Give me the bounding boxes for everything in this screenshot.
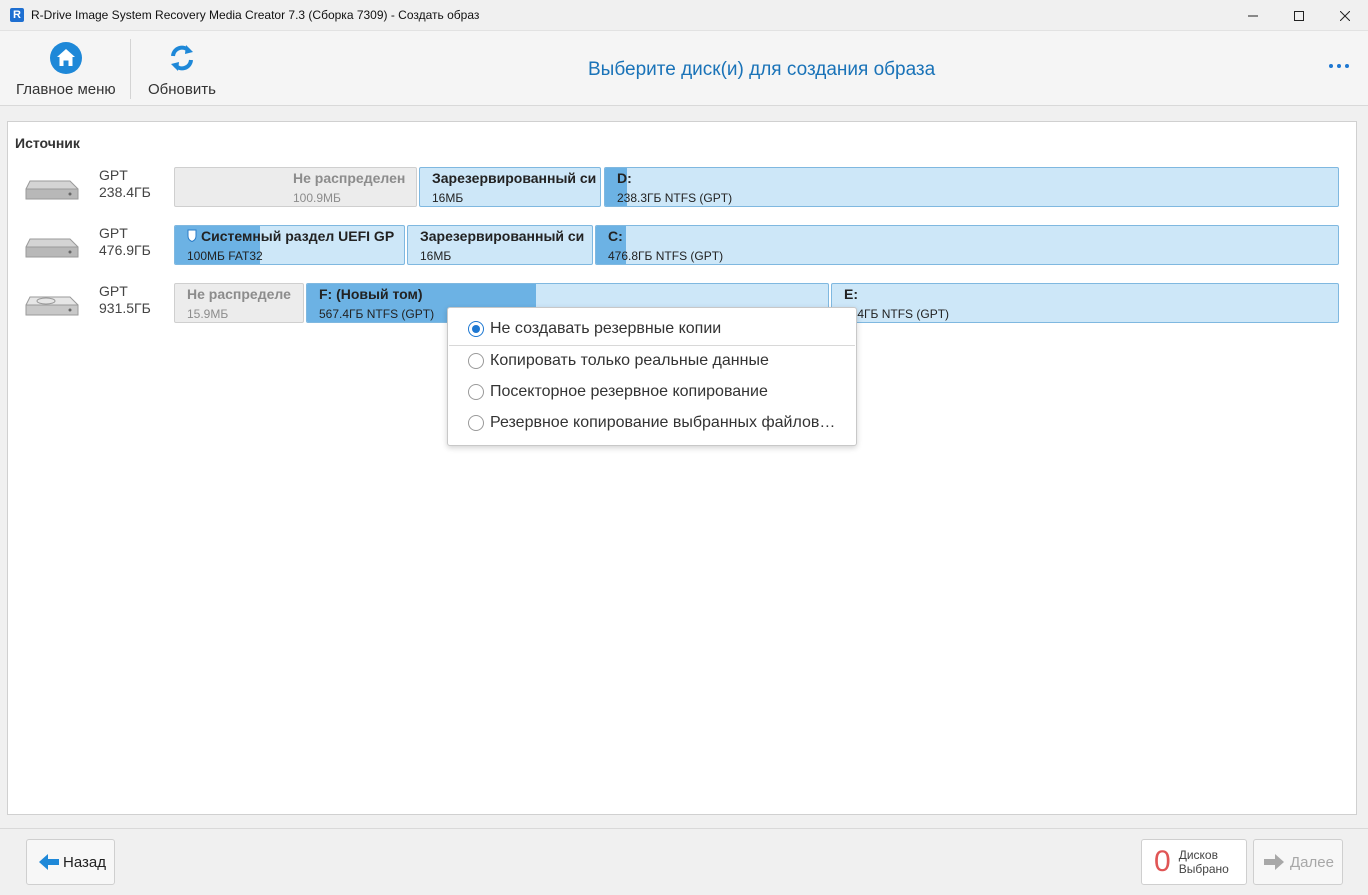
partition-info: 476.8ГБ NTFS (GPT) [608, 249, 724, 263]
home-icon [49, 42, 82, 74]
partition-info: 238.3ГБ NTFS (GPT) [617, 191, 733, 205]
partition-name: Системный раздел UEFI GP [201, 228, 395, 244]
option-sector-backup[interactable]: Посекторное резервное копирование [468, 383, 768, 401]
back-button[interactable]: Назад [26, 839, 115, 885]
selected-count: 0 [1154, 845, 1171, 878]
main-menu-label: Главное меню [16, 81, 116, 98]
count-label-line2: Выбрано [1178, 862, 1229, 876]
bottom-bar: Назад 0 Дисков Выбрано Далее [0, 828, 1368, 895]
maximize-icon [1294, 10, 1304, 21]
radio-unselected[interactable] [468, 353, 484, 369]
option-label: Посекторное резервное копирование [490, 383, 768, 400]
partition-unallocated[interactable]: Не распределе 15.9МБ [174, 283, 304, 323]
maximize-button[interactable] [1276, 0, 1322, 31]
selected-count-label: Дисков Выбрано [1179, 848, 1229, 876]
disk-info: GPT 931.5ГБ [99, 283, 151, 317]
toolbar-divider [130, 39, 131, 99]
shield-icon [187, 229, 197, 242]
disk-row-2[interactable]: GPT 476.9ГБ Системный раздел UEFI GP 100… [8, 225, 1358, 267]
partition-info: 15.9МБ [187, 307, 229, 321]
option-selected-files-backup[interactable]: Резервное копирование выбранных файлов… [468, 414, 835, 432]
title-bar: R R-Drive Image System Recovery Media Cr… [0, 0, 1368, 31]
partition-info: 16МБ [432, 191, 464, 205]
partition-name: Не распределе [187, 286, 291, 302]
partition-efi[interactable]: Системный раздел UEFI GP 100МБ FAT32 [174, 225, 405, 265]
partition-c[interactable]: C: 476.8ГБ NTFS (GPT) [595, 225, 1339, 265]
disk-list-panel: Источник GPT 238.4ГБ Не распределен 100.… [7, 121, 1357, 815]
next-label: Далее [1290, 853, 1334, 871]
radio-unselected[interactable] [468, 384, 484, 400]
radio-selected[interactable] [468, 321, 484, 337]
option-real-data-copy[interactable]: Копировать только реальные данные [468, 352, 769, 370]
partition-e[interactable]: E: 364ГБ NTFS (GPT) [831, 283, 1339, 323]
minimize-icon [1248, 15, 1258, 16]
disk-type: GPT [99, 167, 128, 183]
partition-d[interactable]: D: 238.3ГБ NTFS (GPT) [604, 167, 1339, 207]
count-label-line1: Дисков [1178, 848, 1218, 862]
partition-name: C: [608, 228, 623, 244]
app-logo-icon: R [10, 8, 24, 22]
source-label: Источник [15, 135, 80, 151]
disk-row-1[interactable]: GPT 238.4ГБ Не распределен 100.9МБ Зарез… [8, 167, 1358, 209]
disk-info: GPT 238.4ГБ [99, 167, 151, 201]
hard-disk-icon [25, 238, 79, 258]
partition-info: 364ГБ NTFS (GPT) [844, 307, 950, 321]
partition-info: 100.9МБ [293, 191, 341, 205]
hard-disk-icon [25, 180, 79, 200]
page-title: Выберите диск(и) для создания образа [588, 59, 936, 80]
partition-info: 100МБ FAT32 [187, 249, 263, 263]
disk-info: GPT 476.9ГБ [99, 225, 151, 259]
option-label: Резервное копирование выбранных файлов… [490, 414, 836, 431]
partition-name: D: [617, 170, 632, 186]
disk-type: GPT [99, 225, 128, 241]
radio-unselected[interactable] [468, 415, 484, 431]
partition-reserved[interactable]: Зарезервированный си 16МБ [407, 225, 593, 265]
partition-name-wrap: Системный раздел UEFI GP [187, 228, 394, 244]
external-disk-icon [25, 296, 79, 316]
partition-info: 567.4ГБ NTFS (GPT) [319, 307, 435, 321]
close-icon [1340, 10, 1350, 21]
partition-name: Зарезервированный си [432, 170, 597, 186]
arrow-left-icon [39, 854, 59, 870]
selected-disks-counter: 0 Дисков Выбрано [1141, 839, 1247, 885]
disk-type: GPT [99, 283, 128, 299]
close-button[interactable] [1322, 0, 1368, 31]
option-label: Не создавать резервные копии [490, 320, 722, 337]
disk-size: 476.9ГБ [99, 242, 151, 258]
partition-info: 16МБ [420, 249, 452, 263]
partition-name: E: [844, 286, 858, 302]
disk-size: 931.5ГБ [99, 300, 151, 316]
toolbar: Главное меню Обновить Выберите диск(и) д… [0, 31, 1368, 106]
option-label: Копировать только реальные данные [490, 352, 769, 369]
menu-divider [449, 345, 855, 346]
more-options-icon[interactable] [1328, 61, 1350, 71]
next-button[interactable]: Далее [1253, 839, 1343, 885]
arrow-right-icon [1264, 854, 1284, 870]
main-menu-button[interactable]: Главное меню [16, 41, 116, 98]
back-label: Назад [63, 853, 106, 871]
partition-name: Зарезервированный си [420, 228, 585, 244]
partition-name: Не распределен [293, 170, 406, 186]
window-title: R-Drive Image System Recovery Media Crea… [31, 8, 480, 22]
refresh-button[interactable]: Обновить [148, 41, 216, 98]
refresh-icon [170, 45, 193, 71]
partition-reserved[interactable]: Зарезервированный си 16МБ [419, 167, 601, 207]
backup-options-menu: Не создавать резервные копии Копировать … [447, 307, 857, 446]
disk-size: 238.4ГБ [99, 184, 151, 200]
minimize-button[interactable] [1230, 0, 1276, 31]
option-no-backup[interactable]: Не создавать резервные копии [468, 320, 721, 338]
partition-name: F: (Новый том) [319, 286, 423, 302]
partition-unallocated[interactable]: Не распределен 100.9МБ [174, 167, 417, 207]
refresh-label: Обновить [148, 81, 216, 98]
